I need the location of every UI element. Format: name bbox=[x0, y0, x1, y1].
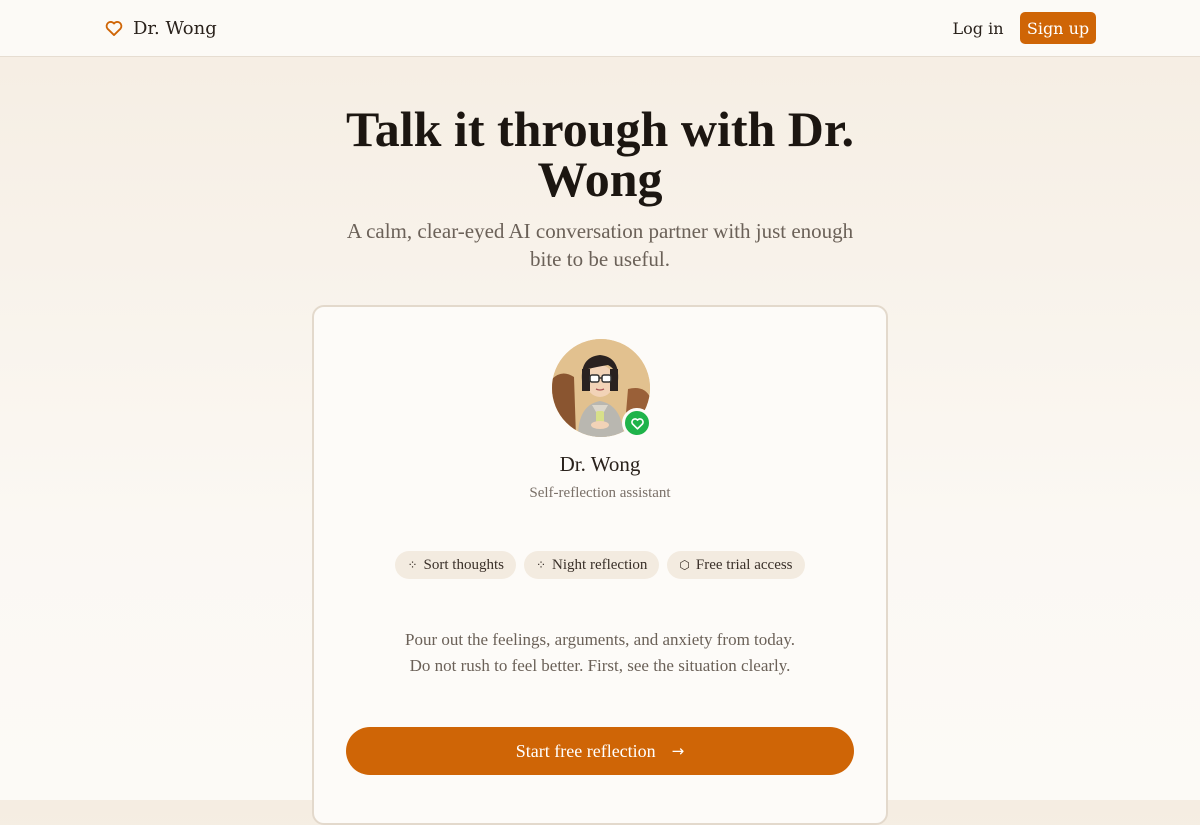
description-line-2: Do not rush to feel better. First, see t… bbox=[409, 656, 791, 675]
heart-outline-icon bbox=[105, 21, 123, 36]
sparkle-icon: ⁘ bbox=[535, 558, 547, 572]
assistant-name: Dr. Wong bbox=[559, 452, 641, 476]
tag-label: Sort thoughts bbox=[423, 556, 504, 573]
shield-icon: ⬡ bbox=[679, 558, 690, 572]
brand-name: Dr. Wong bbox=[133, 17, 217, 39]
brand-logo[interactable]: Dr. Wong bbox=[104, 16, 217, 40]
arrow-right-icon: → bbox=[671, 742, 685, 760]
tag-night-reflection: ⁘ Night reflection bbox=[523, 551, 660, 579]
cta-label: Start free reflection bbox=[515, 740, 656, 761]
assistant-card: Dr. Wong Self-reflection assistant ⁘ Sor… bbox=[312, 305, 888, 825]
online-status-badge bbox=[622, 408, 652, 438]
login-link[interactable]: Log in bbox=[946, 12, 1010, 44]
sparkle-icon: ⁘ bbox=[407, 558, 418, 572]
feature-tags: ⁘ Sort thoughts ⁘ Night reflection ⬡ Fre… bbox=[314, 551, 886, 579]
start-free-reflection-button[interactable]: Start free reflection → bbox=[346, 727, 854, 775]
hero-title: Talk it through with Dr. Wong bbox=[345, 101, 855, 207]
tag-free-trial-access: ⬡ Free trial access bbox=[667, 551, 805, 579]
heart-icon bbox=[630, 417, 644, 430]
assistant-description: Pour out the feelings, arguments, and an… bbox=[314, 627, 886, 679]
hero-subtitle: A calm, clear-eyed AI conversation partn… bbox=[346, 219, 854, 271]
tag-label: Free trial access bbox=[695, 556, 793, 573]
description-line-1: Pour out the feelings, arguments, and an… bbox=[405, 630, 795, 649]
tag-label: Night reflection bbox=[552, 556, 648, 573]
top-navigation-bar: Dr. Wong Log in Sign up bbox=[0, 0, 1200, 57]
signup-button[interactable]: Sign up bbox=[1020, 12, 1096, 44]
tag-sort-thoughts: ⁘ Sort thoughts bbox=[395, 551, 516, 579]
assistant-role: Self-reflection assistant bbox=[529, 485, 671, 501]
